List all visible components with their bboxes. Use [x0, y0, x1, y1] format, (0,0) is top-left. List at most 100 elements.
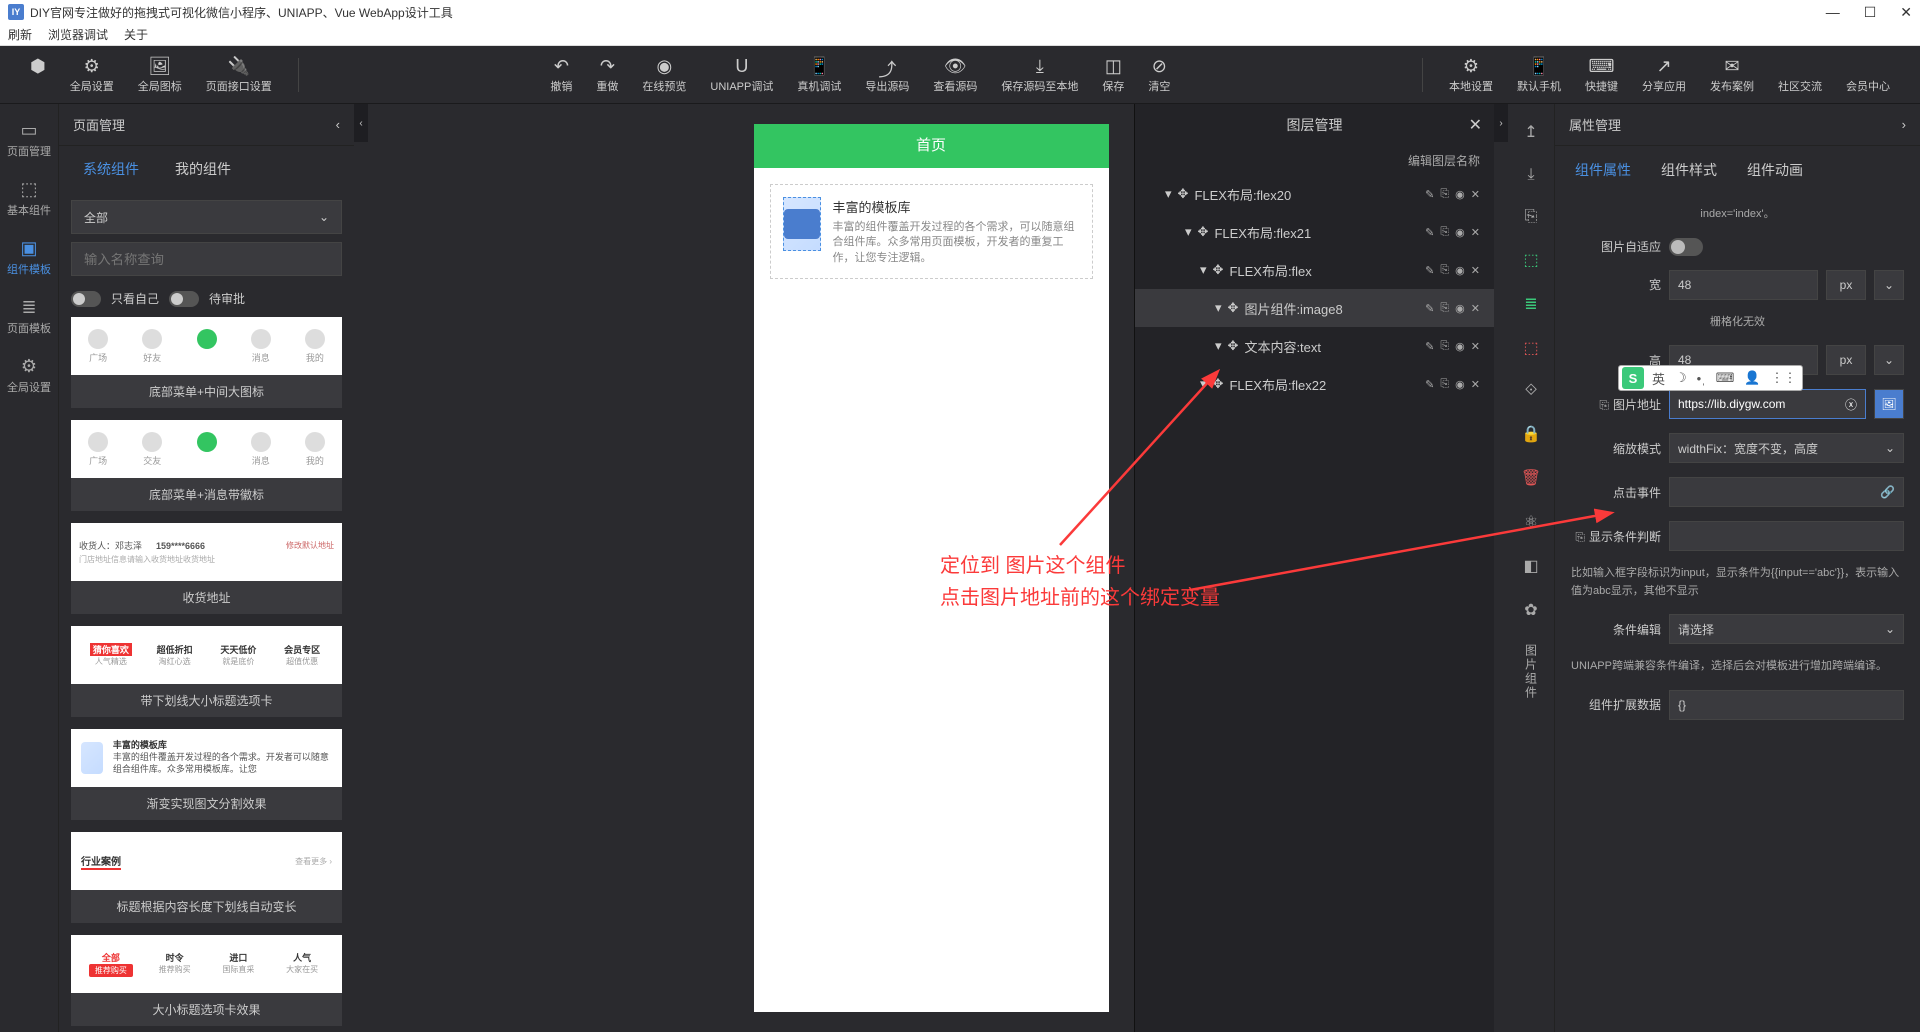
- rightnav-icon-2[interactable]: ⎘: [1525, 208, 1538, 226]
- template-card-3[interactable]: 猜你喜欢人气精选超低折扣淘红心选天天低价就是底价会员专区超值优惠带下划线大小标题…: [71, 626, 342, 717]
- chevron-icon[interactable]: ▾: [1165, 186, 1172, 202]
- rightnav-icon-10[interactable]: ◧: [1523, 556, 1538, 576]
- tool-left-item-1[interactable]: ⚙全局设置: [60, 52, 124, 98]
- template-card-6[interactable]: 全部推荐购买时令推荐购买进口国际直采人气大家在买大小标题选项卡效果: [71, 935, 342, 1026]
- category-select[interactable]: 全部 ⌄: [71, 200, 342, 234]
- layer-row-5[interactable]: ▾✥FLEX布局:flex22✎⎘◉✕: [1135, 365, 1494, 403]
- layer-row-1[interactable]: ▾✥FLEX布局:flex21✎⎘◉✕: [1135, 213, 1494, 251]
- tool-right-item-1[interactable]: 📱默认手机: [1507, 52, 1571, 98]
- search-input[interactable]: [71, 242, 342, 276]
- tool-left-item-3[interactable]: 🔌页面接口设置: [196, 52, 282, 98]
- collapse-right-button[interactable]: ›: [1494, 104, 1508, 142]
- layer-action-icon[interactable]: ✕: [1471, 264, 1480, 277]
- preview-image-slot[interactable]: [783, 197, 821, 251]
- scale-select[interactable]: widthFix：宽度不变，高度 ⌄: [1669, 433, 1904, 463]
- chevron-icon[interactable]: ▾: [1200, 376, 1207, 392]
- toggle-self-only[interactable]: [71, 291, 101, 307]
- template-card-4[interactable]: 丰富的模板库丰富的组件覆盖开发过程的各个需求。开发者可以随意组合组件库。众多常用…: [71, 729, 342, 820]
- ime-moon-icon[interactable]: ☽: [1670, 370, 1692, 386]
- tool-left-item-2[interactable]: 🖼全局图标: [128, 52, 192, 98]
- move-icon[interactable]: ✥: [1178, 186, 1189, 202]
- layer-action-icon[interactable]: ◉: [1455, 226, 1465, 239]
- collapse-left-button[interactable]: ‹: [354, 104, 368, 142]
- adaptive-switch[interactable]: [1669, 238, 1703, 256]
- cond-input[interactable]: [1669, 521, 1904, 551]
- close-button[interactable]: ✕: [1900, 4, 1912, 21]
- tool-mid-item-2[interactable]: ◉在线预览: [632, 52, 696, 98]
- layer-action-icon[interactable]: ✕: [1471, 378, 1480, 391]
- tool-mid-item-1[interactable]: ↷重做: [586, 52, 628, 98]
- layer-action-icon[interactable]: ⎘: [1440, 302, 1449, 315]
- tool-right-item-4[interactable]: ✉发布案例: [1700, 52, 1764, 98]
- ptab-anim[interactable]: 组件动画: [1747, 160, 1803, 180]
- layer-action-icon[interactable]: ✕: [1471, 340, 1480, 353]
- layer-row-0[interactable]: ▾✥FLEX布局:flex20✎⎘◉✕: [1135, 175, 1494, 213]
- rightnav-icon-5[interactable]: ⬚: [1523, 338, 1538, 358]
- height-dd[interactable]: ⌄: [1874, 345, 1904, 375]
- tool-mid-item-9[interactable]: ⊘清空: [1138, 52, 1180, 98]
- move-icon[interactable]: ✥: [1228, 300, 1239, 316]
- template-card-2[interactable]: 收货人：邓志泽159****6666修改默认地址门店地址信息请输入收货地址收货地…: [71, 523, 342, 614]
- layer-action-icon[interactable]: ⎘: [1440, 340, 1449, 353]
- layer-action-icon[interactable]: ⎘: [1440, 226, 1449, 239]
- layer-row-3[interactable]: ▾✥图片组件:image8✎⎘◉✕: [1135, 289, 1494, 327]
- width-unit[interactable]: px: [1826, 270, 1866, 300]
- url-browse-button[interactable]: 🖼: [1874, 389, 1904, 419]
- ext-input[interactable]: {}: [1669, 690, 1904, 720]
- minimize-button[interactable]: —: [1826, 4, 1840, 21]
- layer-action-icon[interactable]: ◉: [1455, 302, 1465, 315]
- rightnav-icon-9[interactable]: ⚛: [1524, 512, 1538, 532]
- maximize-button[interactable]: ☐: [1864, 4, 1877, 21]
- move-icon[interactable]: ✥: [1198, 224, 1209, 240]
- tool-left-item-0[interactable]: ⬢: [20, 52, 56, 98]
- tool-right-item-2[interactable]: ⌨快捷键: [1575, 52, 1628, 98]
- ptab-style[interactable]: 组件样式: [1661, 160, 1717, 180]
- bind-icon[interactable]: ⎘: [1575, 530, 1585, 544]
- layer-action-icon[interactable]: ✎: [1425, 226, 1434, 239]
- tab-system-components[interactable]: 系统组件: [83, 159, 139, 179]
- layer-action-icon[interactable]: ⎘: [1440, 264, 1449, 277]
- ime-punct-icon[interactable]: •ˌ: [1692, 371, 1711, 386]
- clear-icon[interactable]: ⓧ: [1845, 396, 1857, 413]
- leftnav-0[interactable]: ▭页面管理: [3, 110, 55, 169]
- rightnav-icon-7[interactable]: 🔒: [1521, 424, 1541, 444]
- rightnav-icon-1[interactable]: ⤓: [1527, 166, 1534, 184]
- tab-my-components[interactable]: 我的组件: [175, 159, 231, 179]
- layer-row-2[interactable]: ▾✥FLEX布局:flex✎⎘◉✕: [1135, 251, 1494, 289]
- tool-right-item-6[interactable]: 会员中心: [1836, 52, 1900, 98]
- collapse-icon[interactable]: ‹: [336, 117, 340, 132]
- rightnav-icon-4[interactable]: ≣: [1524, 294, 1537, 314]
- leftnav-1[interactable]: ⬚基本组件: [3, 169, 55, 228]
- chevron-icon[interactable]: ▾: [1200, 262, 1207, 278]
- bind-icon[interactable]: ⎘: [1599, 398, 1609, 412]
- tool-mid-item-3[interactable]: UUNIAPP调试: [700, 52, 783, 98]
- tool-mid-item-6[interactable]: 👁查看源码: [923, 52, 987, 98]
- template-card-0[interactable]: 广场好友消息我的底部菜单+中间大图标: [71, 317, 342, 408]
- template-card-5[interactable]: 行业案例查看更多 ›标题根据内容长度下划线自动变长: [71, 832, 342, 923]
- url-input[interactable]: https://lib.diygw.com ⓧ: [1669, 389, 1866, 419]
- tool-mid-item-8[interactable]: ◫保存: [1092, 52, 1134, 98]
- layer-action-icon[interactable]: ◉: [1455, 340, 1465, 353]
- tool-right-item-5[interactable]: 社区交流: [1768, 52, 1832, 98]
- move-icon[interactable]: ✥: [1213, 262, 1224, 278]
- width-dd[interactable]: ⌄: [1874, 270, 1904, 300]
- cond-edit-select[interactable]: 请选择⌄: [1669, 614, 1904, 644]
- leftnav-3[interactable]: ≣页面模板: [3, 287, 55, 346]
- menu-browser-debug[interactable]: 浏览器调试: [48, 26, 108, 43]
- click-input[interactable]: 🔗: [1669, 477, 1904, 507]
- leftnav-4[interactable]: ⚙全局设置: [3, 346, 55, 405]
- template-card-1[interactable]: 广场交友消息我的底部菜单+消息带徽标: [71, 420, 342, 511]
- ime-grip-icon[interactable]: ⋮⋮: [1766, 370, 1802, 386]
- tool-mid-item-7[interactable]: ⤓保存源码至本地: [991, 52, 1088, 98]
- ime-lang[interactable]: 英: [1647, 369, 1670, 388]
- layer-action-icon[interactable]: ◉: [1455, 378, 1465, 391]
- layer-action-icon[interactable]: ✕: [1471, 302, 1480, 315]
- layer-action-icon[interactable]: ✎: [1425, 264, 1434, 277]
- ime-keyboard-icon[interactable]: ⌨: [1711, 370, 1740, 386]
- move-icon[interactable]: ✥: [1213, 376, 1224, 392]
- menu-refresh[interactable]: 刷新: [8, 26, 32, 43]
- rightnav-icon-6[interactable]: ⟐: [1525, 382, 1538, 400]
- layer-action-icon[interactable]: ◉: [1455, 264, 1465, 277]
- layer-action-icon[interactable]: ✎: [1425, 188, 1434, 201]
- layer-action-icon[interactable]: ◉: [1455, 188, 1465, 201]
